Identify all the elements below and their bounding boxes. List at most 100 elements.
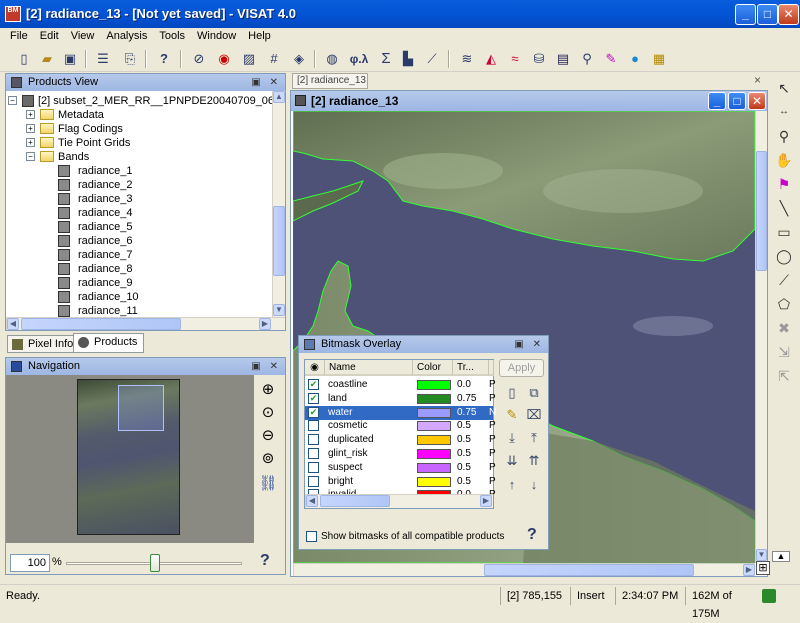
tab-pixel-info[interactable]: Pixel Info [7, 335, 81, 353]
panel-buttons[interactable]: ▣ ✕ [251, 75, 281, 91]
polyline-tool-icon[interactable]: ⟋ [773, 269, 795, 291]
bitmask-row[interactable]: duplicated 0.5 P [305, 433, 496, 447]
pin-manager-icon[interactable]: ✎ [601, 49, 621, 69]
zoom-pixel-icon[interactable]: ⊙ [256, 403, 280, 425]
edit-bitmask-icon[interactable]: ✎ [502, 406, 522, 424]
info-panel-icon[interactable]: ▤ [553, 49, 573, 69]
bitmask-row[interactable]: suspect 0.5 P [305, 461, 496, 475]
grid-overlay-icon[interactable]: ▨ [239, 49, 259, 69]
import-shape-icon[interactable]: ⇲ [773, 341, 795, 363]
layers-icon[interactable]: ≋ [457, 49, 477, 69]
import-bitmask-icon[interactable]: ⤓ [502, 429, 522, 447]
line-tool-icon[interactable]: ╲ [773, 197, 795, 219]
menu-view[interactable]: View [65, 28, 101, 42]
tree-item-band[interactable]: radiance_2 [58, 178, 258, 192]
tree-horizontal-scrollbar[interactable]: ◀ ▶ [6, 317, 285, 330]
database-icon[interactable]: ⛁ [529, 49, 549, 69]
expand-icon[interactable]: + [26, 124, 35, 133]
tree-item-bands[interactable]: − Bands [26, 150, 226, 164]
bitmask-row[interactable]: ✔ water 0.75 N [305, 405, 496, 420]
maximize-button[interactable]: □ [757, 4, 778, 25]
export-bitmask-icon[interactable]: ⤒ [524, 429, 544, 447]
tree-item-band[interactable]: radiance_3 [58, 192, 258, 206]
move-up-icon[interactable]: ↑ [502, 476, 522, 494]
pin-tool-icon[interactable]: ⚑ [773, 173, 795, 195]
panel-buttons[interactable]: ▣ ✕ [251, 359, 281, 375]
scroll-right-icon[interactable]: ▶ [259, 318, 271, 330]
save-icon[interactable]: ▣ [60, 49, 80, 69]
scroll-thumb[interactable] [320, 495, 390, 507]
navigation-corner-icon[interactable]: ⊞ [756, 561, 770, 575]
image-minimize-button[interactable]: _ [708, 92, 726, 110]
scroll-thumb[interactable] [484, 564, 694, 576]
export-icon[interactable]: ⎘ [120, 49, 140, 69]
image-vertical-scrollbar[interactable]: ▼ [755, 111, 767, 563]
scroll-corner-icon[interactable]: ▲ [772, 551, 790, 562]
scroll-left-icon[interactable]: ◀ [7, 318, 19, 330]
move-down-icon[interactable]: ↓ [524, 476, 544, 494]
export-multiple-icon[interactable]: ⇈ [524, 452, 544, 470]
zoom-slider-thumb[interactable] [150, 554, 160, 572]
menu-help[interactable]: Help [242, 28, 277, 42]
tree-item-tie-point-grids[interactable]: + Tie Point Grids [26, 136, 226, 150]
tab-products[interactable]: Products [73, 333, 145, 353]
spectrum-icon[interactable]: ≈ [505, 49, 525, 69]
expand-icon[interactable]: + [26, 138, 35, 147]
garbage-collect-icon[interactable] [762, 589, 776, 603]
scroll-down-icon[interactable]: ▼ [756, 549, 767, 561]
mosaic-icon[interactable]: ▦ [649, 49, 669, 69]
bitmask-help-icon[interactable]: ? [527, 526, 537, 544]
panel-buttons[interactable]: ▣ ✕ [514, 337, 544, 353]
bitmask-color-swatch[interactable] [417, 449, 451, 459]
bitmask-horizontal-scrollbar[interactable]: ◀ ▶ [305, 494, 493, 508]
image-close-button[interactable]: ✕ [748, 92, 766, 110]
new-product-icon[interactable]: ▯ [14, 49, 34, 69]
scroll-right-icon[interactable]: ▶ [480, 495, 492, 507]
bitmask-eye-icon[interactable]: ◈ [289, 49, 309, 69]
delete-bitmask-icon[interactable]: ⌧ [524, 406, 544, 424]
apply-button[interactable]: Apply [499, 359, 544, 377]
graticule-icon[interactable]: # [264, 49, 284, 69]
color-column-header[interactable]: Color [413, 360, 453, 376]
open-folder-icon[interactable]: ▰ [37, 49, 57, 69]
close-tab-icon[interactable]: × [754, 73, 761, 87]
geocoding-icon[interactable]: φ.λ [344, 49, 374, 69]
tree-item-band[interactable]: radiance_7 [58, 248, 258, 262]
bitmask-row[interactable]: glint_risk 0.5 P [305, 447, 496, 461]
show-all-checkbox[interactable] [306, 531, 317, 542]
image-restore-button[interactable]: □ [728, 92, 746, 110]
rectangle-tool-icon[interactable]: ▭ [773, 221, 795, 243]
histogram-icon[interactable]: ▙ [398, 49, 418, 69]
navigation-help-icon[interactable]: ? [260, 552, 270, 570]
menu-window[interactable]: Window [191, 28, 242, 42]
tree-item-band[interactable]: radiance_8 [58, 262, 258, 276]
export-shape-icon[interactable]: ⇱ [773, 365, 795, 387]
scroll-thumb[interactable] [756, 151, 767, 271]
bitmask-visible-checkbox[interactable]: ✔ [308, 392, 319, 404]
bitmask-color-swatch[interactable] [417, 462, 451, 473]
tree-item-band[interactable]: radiance_4 [58, 206, 258, 220]
tree-item-band[interactable]: radiance_10 [58, 290, 258, 304]
scroll-thumb[interactable] [21, 318, 181, 330]
collapse-icon[interactable]: − [26, 152, 35, 161]
minimize-button[interactable]: _ [735, 4, 756, 25]
sync-views-icon[interactable]: ⛓ [256, 474, 280, 496]
scroll-left-icon[interactable]: ◀ [306, 495, 318, 507]
menu-tools[interactable]: Tools [153, 28, 191, 42]
tree-item-band[interactable]: radiance_9 [58, 276, 258, 290]
tree-item-flag-codings[interactable]: + Flag Codings [26, 122, 226, 136]
menu-analysis[interactable]: Analysis [100, 28, 153, 42]
menu-edit[interactable]: Edit [34, 28, 65, 42]
viewport-rectangle[interactable] [118, 385, 164, 431]
bitmask-visible-checkbox[interactable] [308, 434, 319, 446]
zoom-all-icon[interactable]: ⊚ [256, 449, 280, 471]
bitmask-visible-checkbox[interactable] [308, 461, 319, 473]
globe-icon[interactable]: ● [625, 49, 645, 69]
zoom-out-icon[interactable]: ⊖ [256, 426, 280, 448]
transparency-column-header[interactable]: Tr... [453, 360, 489, 376]
collapse-icon[interactable]: − [8, 96, 17, 105]
range-finder-icon[interactable]: ↔ [773, 101, 795, 123]
pan-hand-icon[interactable]: ✋ [773, 149, 795, 171]
clock-icon[interactable]: ◍ [322, 49, 342, 69]
menu-file[interactable]: File [4, 28, 34, 42]
